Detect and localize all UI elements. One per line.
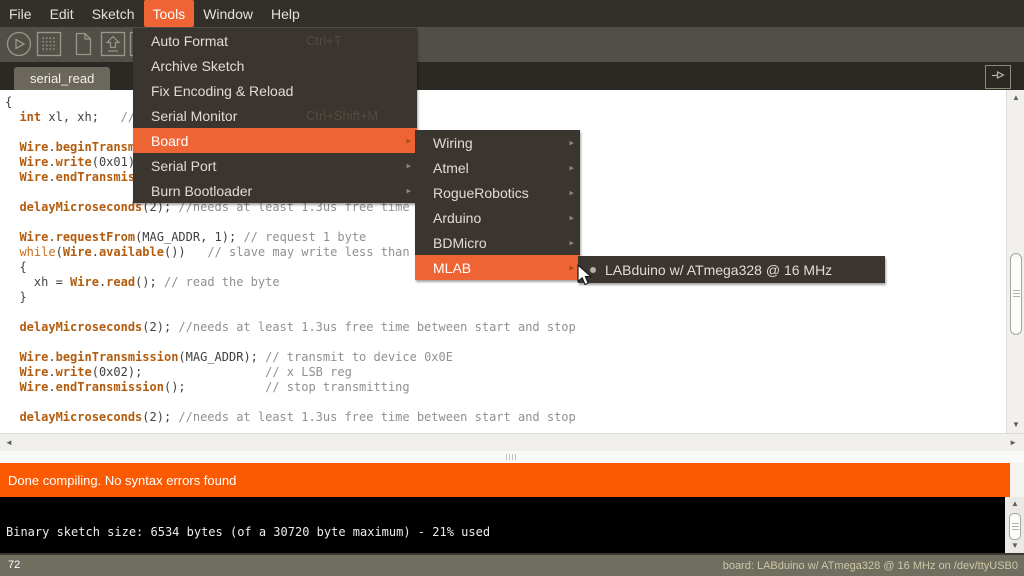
code-line: delayMicroseconds(2); //needs at least 1… — [5, 320, 576, 335]
menu-item-label: LABduino w/ ATmega328 @ 16 MHz — [605, 262, 832, 278]
tab-list-icon — [989, 67, 1007, 88]
scroll-left-icon[interactable]: ◄ — [5, 439, 13, 447]
stop-button[interactable] — [35, 30, 63, 58]
thumb-grip — [1013, 290, 1020, 298]
menu-item-label: BDMicro — [433, 235, 487, 251]
board-submenu-item-bdmicro[interactable]: BDMicro ▸ — [415, 230, 580, 255]
tab-label: serial_read — [30, 71, 94, 86]
scroll-up-icon[interactable]: ▲ — [1012, 94, 1020, 102]
new-sketch-icon — [69, 30, 97, 58]
console-scroll-up-icon[interactable]: ▲ — [1011, 500, 1019, 508]
menu-item-label: Archive Sketch — [151, 58, 244, 74]
verify-button[interactable] — [5, 30, 33, 58]
tools-menu-item-burn-bootloader[interactable]: Burn Bootloader ▸ — [133, 178, 417, 203]
tools-menu-item-fix-encoding-reload[interactable]: Fix Encoding & Reload — [133, 78, 417, 103]
menu-item-label: Atmel — [433, 160, 469, 176]
tools-menu-item-archive-sketch[interactable]: Archive Sketch — [133, 53, 417, 78]
menubar-item-tools[interactable]: Tools — [144, 0, 195, 27]
console-scroll-down-icon[interactable]: ▼ — [1011, 542, 1019, 550]
board-submenu-item-arduino[interactable]: Arduino ▸ — [415, 205, 580, 230]
menu-shortcut: Ctrl+Shift+M — [306, 108, 378, 123]
status-message: Done compiling. No syntax errors found — [8, 473, 236, 488]
footer-status-bar: 72 board: LABduino w/ ATmega328 @ 16 MHz… — [0, 553, 1024, 576]
submenu-arrow-icon: ▸ — [569, 137, 574, 148]
code-line: Wire.beginTransmission(MAG_ADDR); // tra… — [5, 350, 576, 365]
submenu-arrow-icon: ▸ — [569, 212, 574, 223]
menu-item-label: RogueRobotics — [433, 185, 529, 201]
splitter-grip-icon — [506, 454, 517, 460]
code-line — [5, 395, 576, 410]
submenu-arrow-icon: ▸ — [569, 237, 574, 248]
code-line: } — [5, 290, 576, 305]
mlab-submenu-item-labduino-w-atmega328-16-mhz[interactable]: LABduino w/ ATmega328 @ 16 MHz — [578, 256, 885, 283]
submenu-arrow-icon: ▸ — [406, 160, 411, 171]
code-line — [5, 305, 576, 320]
code-line: Wire.write(0x02); // x LSB reg — [5, 365, 576, 380]
submenu-arrow-icon: ▸ — [406, 185, 411, 196]
submenu-arrow-icon: ▸ — [569, 187, 574, 198]
scroll-right-icon[interactable]: ► — [1009, 439, 1017, 447]
board-submenu-item-atmel[interactable]: Atmel ▸ — [415, 155, 580, 180]
tab-list-button[interactable] — [985, 65, 1011, 89]
code-line: Wire.endTransmission(); // stop transmit… — [5, 380, 576, 395]
console-output: Binary sketch size: 6534 bytes (of a 307… — [6, 525, 490, 539]
mouse-cursor — [577, 264, 595, 293]
submenu-arrow-icon: ▸ — [569, 162, 574, 173]
board-submenu-item-roguerobotics[interactable]: RogueRobotics ▸ — [415, 180, 580, 205]
verify-icon — [5, 30, 33, 58]
code-line — [5, 335, 576, 350]
console-scrollbar-thumb[interactable] — [1009, 513, 1021, 540]
console: Binary sketch size: 6534 bytes (of a 307… — [0, 497, 1005, 553]
menu-item-label: Board — [151, 133, 188, 149]
tab-serial-read[interactable]: serial_read — [14, 67, 110, 90]
tools-menu-item-serial-port[interactable]: Serial Port ▸ — [133, 153, 417, 178]
editor-vertical-scrollbar[interactable]: ▲ ▼ — [1006, 90, 1024, 433]
new-sketch-button[interactable] — [69, 30, 97, 58]
arduino-ide-window: FileEditSketchToolsWindowHelp — [0, 0, 1024, 576]
open-button[interactable] — [99, 30, 127, 58]
mlab-submenu: LABduino w/ ATmega328 @ 16 MHz — [578, 256, 885, 283]
menu-item-label: Fix Encoding & Reload — [151, 83, 293, 99]
line-number: 72 — [8, 559, 20, 571]
splitter-handle[interactable] — [0, 451, 1024, 463]
menubar-item-help[interactable]: Help — [262, 0, 309, 27]
console-scrollbar[interactable]: ▲ ▼ — [1005, 497, 1024, 553]
scroll-down-icon[interactable]: ▼ — [1012, 421, 1020, 429]
menubar-item-window[interactable]: Window — [194, 0, 262, 27]
menu-item-label: Burn Bootloader — [151, 183, 252, 199]
board-submenu-item-wiring[interactable]: Wiring ▸ — [415, 130, 580, 155]
tools-menu-item-auto-format[interactable]: Auto Format Ctrl+T — [133, 28, 417, 53]
open-icon — [99, 30, 127, 58]
tools-menu: Auto Format Ctrl+T Archive Sketch Fix Encod… — [133, 28, 417, 203]
menu-item-label: Serial Port — [151, 158, 216, 174]
vertical-scrollbar-thumb[interactable] — [1010, 253, 1022, 335]
menu-item-label: Wiring — [433, 135, 473, 151]
menubar-item-edit[interactable]: Edit — [41, 0, 83, 27]
board-submenu: Wiring▸Atmel▸RogueRobotics▸Arduino▸BDMic… — [415, 130, 580, 280]
menubar-item-file[interactable]: File — [0, 0, 41, 27]
thumb-grip — [1012, 523, 1019, 531]
menu-item-label: Serial Monitor — [151, 108, 237, 124]
tools-menu-item-board[interactable]: Board ▸ — [133, 128, 417, 153]
submenu-arrow-icon: ▸ — [406, 135, 411, 146]
submenu-arrow-icon: ▸ — [569, 262, 574, 273]
code-line: delayMicroseconds(2); //needs at least 1… — [5, 410, 576, 425]
status-bar: Done compiling. No syntax errors found — [0, 463, 1010, 497]
menu-shortcut: Ctrl+T — [306, 33, 342, 48]
tools-menu-item-serial-monitor[interactable]: Serial Monitor Ctrl+Shift+M — [133, 103, 417, 128]
stop-icon — [35, 30, 63, 58]
editor-horizontal-scrollbar[interactable]: ◄ ► — [0, 433, 1024, 451]
board-submenu-item-mlab[interactable]: MLAB ▸ — [415, 255, 580, 280]
menubar-item-sketch[interactable]: Sketch — [83, 0, 144, 27]
menu-item-label: MLAB — [433, 260, 471, 276]
menubar: FileEditSketchToolsWindowHelp — [0, 0, 1024, 27]
board-info: board: LABduino w/ ATmega328 @ 16 MHz on… — [723, 560, 1018, 572]
menu-item-label: Arduino — [433, 210, 481, 226]
menu-item-label: Auto Format — [151, 33, 228, 49]
status-corner — [1010, 463, 1024, 497]
